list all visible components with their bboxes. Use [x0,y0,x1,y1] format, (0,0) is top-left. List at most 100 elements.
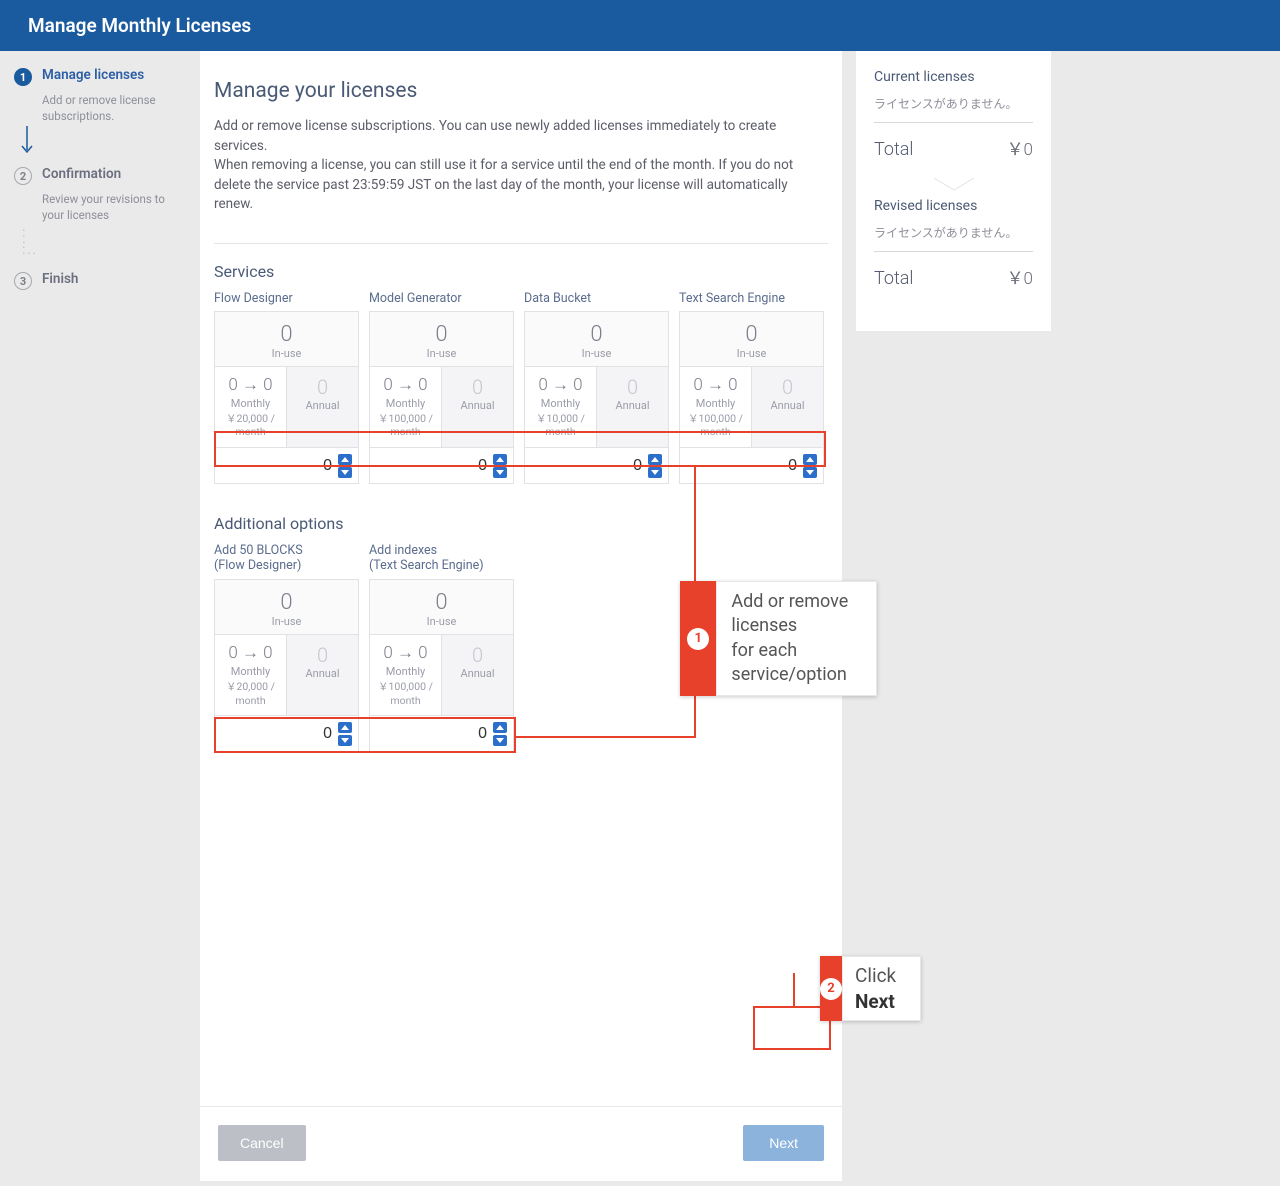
license-card-label: Data Bucket [524,291,669,307]
current-total-value: ￥0 [1007,135,1033,160]
step-up-button[interactable] [338,722,352,733]
step-down-button[interactable] [648,467,662,478]
quantity-input[interactable] [409,457,489,475]
quantity-input[interactable] [254,725,334,743]
inuse-label: In-use [680,347,823,360]
quantity-stepper[interactable] [369,448,514,484]
revised-total-value: ￥0 [1007,264,1033,289]
summary-divider-1 [874,122,1033,123]
next-button[interactable]: Next [743,1125,824,1161]
step-down-button[interactable] [338,467,352,478]
monthly-cell: 0 → 0 Monthly ￥20,000 / month [215,635,287,715]
inuse-box: 0 In-use [679,311,824,367]
revised-licenses-empty: ライセンスがありません。 [874,224,1033,241]
monthly-label: Monthly [682,397,749,410]
license-card: Data Bucket 0 In-use 0 → 0 Monthly ￥10,0… [524,291,669,484]
step-up-button[interactable] [493,454,507,465]
annual-cell: 0 Annual [442,367,513,447]
monthly-cell: 0 → 0 Monthly ￥100,000 / month [370,635,442,715]
options-heading: Additional options [214,514,842,533]
inuse-label: In-use [525,347,668,360]
wizard-steps-sidebar: 1 Manage licenses Add or remove license … [0,51,200,312]
monthly-price: ￥100,000 / month [372,412,439,439]
monthly-change: 0 → 0 [217,643,284,663]
annotation-2-badge: 2 [820,956,842,1021]
monthly-price: ￥100,000 / month [372,680,439,707]
step-up-button[interactable] [803,454,817,465]
current-total-label: Total [874,139,913,160]
annual-count: 0 [444,643,511,667]
annotation-2-text: Click Next [842,956,921,1021]
license-card-label: Model Generator [369,291,514,307]
step-up-button[interactable] [648,454,662,465]
current-licenses-heading: Current licenses [874,69,1033,85]
license-card: Add 50 BLOCKS(Flow Designer) 0 In-use 0 … [214,543,359,752]
revised-total-row: Total ￥0 [874,264,1033,289]
monthly-change: 0 → 0 [372,375,439,395]
annual-label: Annual [289,667,356,680]
quantity-stepper[interactable] [369,716,514,752]
inuse-box: 0 In-use [369,311,514,367]
step-2-badge: 2 [14,167,32,185]
license-card-label: Add indexes(Text Search Engine) [369,543,514,575]
cancel-button[interactable]: Cancel [218,1125,306,1161]
annual-count: 0 [289,375,356,399]
quantity-input[interactable] [719,457,799,475]
plan-row: 0 → 0 Monthly ￥20,000 / month 0 Annual [214,635,359,716]
inuse-count: 0 [370,590,513,615]
intro-line-2: When removing a license, you can still u… [214,156,814,215]
step-down-button[interactable] [338,735,352,746]
inuse-box: 0 In-use [524,311,669,367]
summary-panel: Current licenses ライセンスがありません。 Total ￥0 R… [856,51,1051,331]
inuse-count: 0 [370,322,513,347]
plan-row: 0 → 0 Monthly ￥10,000 / month 0 Annual [524,367,669,448]
inuse-box: 0 In-use [214,311,359,367]
annual-count: 0 [599,375,666,399]
monthly-price: ￥100,000 / month [682,412,749,439]
inuse-box: 0 In-use [214,579,359,635]
step-2-title: Confirmation [42,166,121,182]
annual-cell: 0 Annual [287,367,358,447]
revised-licenses-heading: Revised licenses [874,198,1033,214]
step-1-badge: 1 [14,68,32,86]
license-card-label: Text Search Engine [679,291,824,307]
step-1-desc: Add or remove license subscriptions. [42,92,182,124]
inuse-label: In-use [215,615,358,628]
license-card: Text Search Engine 0 In-use 0 → 0 Monthl… [679,291,824,484]
step-up-button[interactable] [338,454,352,465]
monthly-label: Monthly [527,397,594,410]
step-up-button[interactable] [493,722,507,733]
quantity-input[interactable] [409,725,489,743]
monthly-cell: 0 → 0 Monthly ￥100,000 / month [680,367,752,447]
step-down-button[interactable] [493,467,507,478]
services-row: Flow Designer 0 In-use 0 → 0 Monthly ￥20… [214,291,828,484]
inuse-label: In-use [370,615,513,628]
quantity-stepper[interactable] [214,716,359,752]
annotation-1: 1 Add or remove licenses for each servic… [680,581,877,696]
inuse-count: 0 [525,322,668,347]
quantity-input[interactable] [254,457,334,475]
main-heading: Manage your licenses [214,79,814,103]
license-card-label: Flow Designer [214,291,359,307]
step-3-badge: 3 [14,272,32,290]
annual-cell: 0 Annual [287,635,358,715]
quantity-input[interactable] [564,457,644,475]
divider [214,243,828,244]
annotation-1-badge: 1 [680,581,716,696]
quantity-stepper[interactable] [524,448,669,484]
license-card: Model Generator 0 In-use 0 → 0 Monthly ￥… [369,291,514,484]
dotted-connector-icon: ····· · · [22,229,186,257]
summary-divider-2 [874,251,1033,252]
quantity-stepper[interactable] [214,448,359,484]
step-2: 2 Confirmation [14,166,186,185]
services-heading: Services [214,262,842,281]
license-card: Flow Designer 0 In-use 0 → 0 Monthly ￥20… [214,291,359,484]
monthly-price: ￥20,000 / month [217,680,284,707]
step-down-button[interactable] [493,735,507,746]
step-down-button[interactable] [803,467,817,478]
monthly-cell: 0 → 0 Monthly ￥100,000 / month [370,367,442,447]
plan-row: 0 → 0 Monthly ￥100,000 / month 0 Annual [369,367,514,448]
quantity-stepper[interactable] [679,448,824,484]
monthly-change: 0 → 0 [372,643,439,663]
plan-row: 0 → 0 Monthly ￥100,000 / month 0 Annual [369,635,514,716]
